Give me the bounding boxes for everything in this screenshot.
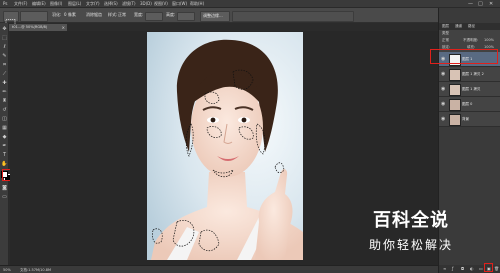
visibility-eye-icon[interactable]: ◉ xyxy=(441,71,445,77)
feather-value[interactable]: 0 像素 xyxy=(64,12,76,18)
align-buttons[interactable] xyxy=(232,11,354,22)
link-layers-icon[interactable]: ∞ xyxy=(443,266,446,272)
eraser-tool-icon[interactable]: ◫ xyxy=(1,116,8,123)
lasso-tool-icon[interactable]: ℓ xyxy=(1,44,8,51)
minimize-icon[interactable]: — xyxy=(468,1,473,7)
menu-image[interactable]: 图像(I) xyxy=(50,1,62,7)
maximize-icon[interactable]: □ xyxy=(478,1,483,7)
width-input[interactable] xyxy=(145,12,163,21)
tab-paths[interactable]: 路径 xyxy=(468,24,475,29)
layer-name: 背景 xyxy=(462,117,469,121)
layer-row-background[interactable]: ◉ 背景 xyxy=(439,112,500,127)
history-brush-tool-icon[interactable]: ↺ xyxy=(1,107,8,114)
menu-layer[interactable]: 图层(L) xyxy=(68,1,81,7)
brush-tool-icon[interactable]: ✏ xyxy=(1,89,8,96)
document-tab-title: t01...@ 50%(RGB/8) xyxy=(12,25,48,29)
layer-thumbnail xyxy=(449,84,461,96)
healing-tool-icon[interactable]: ✚ xyxy=(1,80,8,87)
layer-row-layer1-copy2[interactable]: ◉ 图层 1 拷贝 2 xyxy=(439,67,500,82)
eyedropper-tool-icon[interactable]: ⟋ xyxy=(1,71,8,78)
layer-name: 图层 0 xyxy=(462,102,473,106)
menu-window[interactable]: 窗口(W) xyxy=(172,1,187,7)
menu-select[interactable]: 选择(S) xyxy=(104,1,118,7)
tab-channels[interactable]: 通道 xyxy=(455,24,462,29)
new-layer-highlight-box xyxy=(484,263,493,272)
tab-layers[interactable]: 图层 xyxy=(442,24,449,29)
selection-mode-buttons[interactable] xyxy=(20,11,48,22)
gradient-tool-icon[interactable]: ▦ xyxy=(1,125,8,132)
layer-thumbnail xyxy=(449,69,461,81)
menu-filter[interactable]: 滤镜(T) xyxy=(122,1,136,7)
visibility-eye-icon[interactable]: ◉ xyxy=(441,86,445,92)
document-tab[interactable]: t01...@ 50%(RGB/8) × xyxy=(9,24,67,31)
close-tab-icon[interactable]: × xyxy=(62,24,65,31)
status-bar: 50% 文档:1.57M/10.8M xyxy=(0,265,438,273)
layers-panel-tabs: 图层 通道 路径 xyxy=(439,23,500,30)
tool-preset-button[interactable] xyxy=(3,11,19,26)
opacity-value[interactable]: 100% xyxy=(484,38,494,43)
close-icon[interactable]: ✕ xyxy=(489,1,493,7)
antialias-checkbox[interactable]: 消除锯齿 xyxy=(86,12,102,18)
layer-thumbnail xyxy=(449,114,461,126)
new-group-icon[interactable]: ▭ xyxy=(479,266,483,272)
delete-layer-icon[interactable]: 🗑 xyxy=(494,266,499,272)
stamp-tool-icon[interactable]: ♜ xyxy=(1,98,8,105)
layer-name: 图层 1 拷贝 xyxy=(462,87,481,91)
layer-row-layer0[interactable]: ◉ 图层 0 xyxy=(439,97,500,112)
quick-mask-icon[interactable]: ◙ xyxy=(1,185,8,192)
layer-highlight-box xyxy=(430,49,498,64)
options-bar: 羽化: 0 像素 消除锯齿 样式: 正常 宽度: 高度: 调整边缘... xyxy=(0,8,500,26)
blend-mode-select[interactable]: 正常 xyxy=(442,38,449,43)
watermark-subtitle: 助你轻松解决 xyxy=(368,238,453,252)
layer-name: 图层 1 拷贝 2 xyxy=(462,72,484,76)
ps-logo: Ps xyxy=(3,1,8,6)
layer-style-icon[interactable]: ƒ xyxy=(452,266,453,272)
menu-view[interactable]: 视图(V) xyxy=(154,1,168,7)
style-select[interactable]: 正常 xyxy=(118,12,126,18)
layer-row-layer1-copy[interactable]: ◉ 图层 1 拷贝 xyxy=(439,82,500,97)
blur-tool-icon[interactable]: ◆ xyxy=(1,134,8,141)
adjustment-layer-icon[interactable]: ◐ xyxy=(470,266,474,272)
quick-select-tool-icon[interactable]: ✎ xyxy=(1,53,8,60)
layer-thumbnail xyxy=(449,99,461,111)
kind-filter[interactable]: 类型 xyxy=(442,31,449,36)
marquee-tool-icon[interactable]: ⬚ xyxy=(1,35,8,42)
menu-type[interactable]: 文字(Y) xyxy=(86,1,100,7)
menu-bar: Ps 文件(F) 编辑(E) 图像(I) 图层(L) 文字(Y) 选择(S) 滤… xyxy=(0,0,500,8)
opacity-label: 不透明度: xyxy=(463,38,479,42)
menu-help[interactable]: 帮助(H) xyxy=(190,1,204,7)
watermark: 百科全说 助你轻松解决 xyxy=(362,208,460,264)
visibility-eye-icon[interactable]: ◉ xyxy=(441,101,445,107)
toolbar: ✥ ⬚ ℓ ✎ ⌗ ⟋ ✚ ✏ ♜ ↺ ◫ ▦ ◆ ✒ T ✋ ◙ ▭ xyxy=(0,23,11,265)
menu-file[interactable]: 文件(F) xyxy=(14,1,27,7)
visibility-eye-icon[interactable]: ◉ xyxy=(441,116,445,122)
screen-mode-icon[interactable]: ▭ xyxy=(1,194,8,201)
document-size: 文档:1.57M/10.8M xyxy=(20,268,51,272)
height-label: 高度: xyxy=(166,12,176,17)
width-label: 宽度: xyxy=(134,12,144,17)
style-label: 样式: xyxy=(108,12,118,17)
move-tool-icon[interactable]: ✥ xyxy=(1,26,8,33)
height-input[interactable] xyxy=(177,12,195,21)
photo-canvas[interactable] xyxy=(147,32,303,260)
zoom-level[interactable]: 50% xyxy=(3,267,11,273)
refine-edge-label: 调整边缘... xyxy=(203,13,223,18)
crop-tool-icon[interactable]: ⌗ xyxy=(1,62,8,69)
menu-edit[interactable]: 编辑(E) xyxy=(32,1,46,7)
menu-3d[interactable]: 3D(D) xyxy=(140,1,152,7)
watermark-title: 百科全说 xyxy=(373,210,449,231)
portrait-image xyxy=(147,32,303,260)
type-tool-icon[interactable]: T xyxy=(1,152,8,159)
feather-label: 羽化: xyxy=(52,12,62,17)
refine-edge-button[interactable]: 调整边缘... xyxy=(200,11,230,22)
pen-tool-icon[interactable]: ✒ xyxy=(1,143,8,150)
add-mask-icon[interactable]: ◘ xyxy=(461,266,464,272)
hand-tool-icon[interactable]: ✋ xyxy=(1,161,8,168)
